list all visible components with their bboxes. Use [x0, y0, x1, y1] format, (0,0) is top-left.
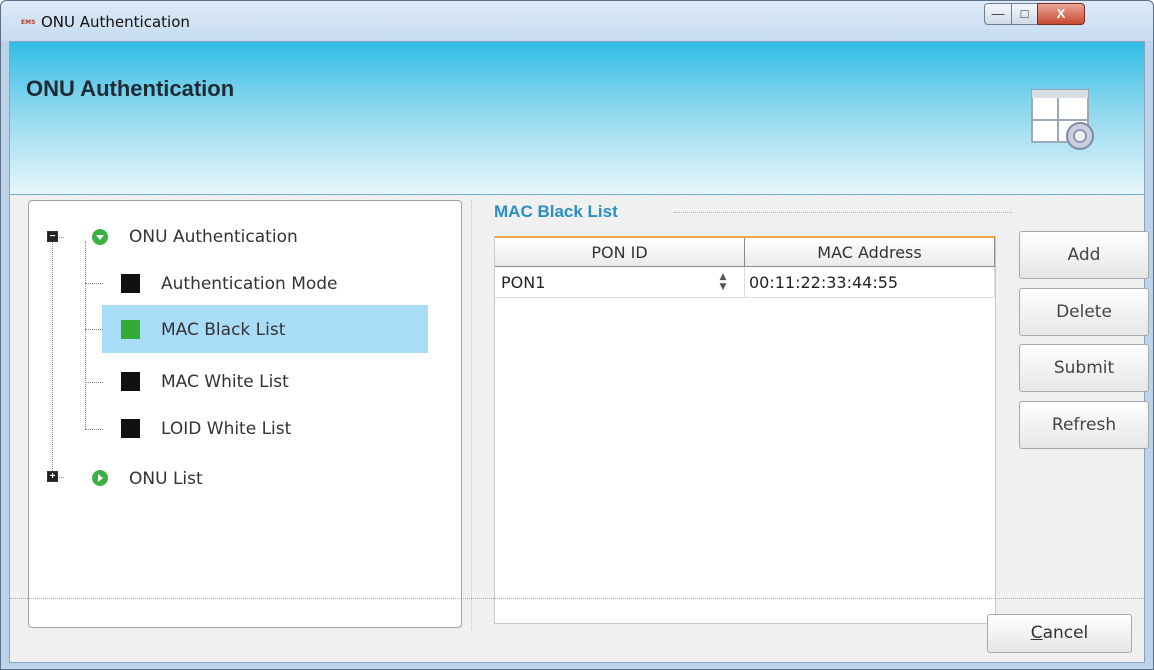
- square-icon: [121, 274, 140, 293]
- column-header-mac-address[interactable]: MAC Address: [745, 238, 995, 267]
- header-banner: ONU Authentication: [10, 42, 1144, 195]
- tree-line: [85, 241, 86, 429]
- pon-id-value: PON1: [501, 273, 546, 292]
- app-logo-icon: EMS: [21, 19, 36, 26]
- tree-item-mac-black-list[interactable]: MAC Black List: [161, 320, 285, 340]
- panel-splitter[interactable]: [471, 200, 472, 630]
- pon-id-cell[interactable]: PON1 ▲ ▼: [495, 267, 745, 298]
- tree-line: [52, 241, 53, 471]
- navigation-tree: − ONU Authentication Authentication Mode…: [28, 200, 462, 628]
- collapse-icon[interactable]: −: [47, 231, 58, 242]
- expand-icon[interactable]: +: [47, 471, 58, 482]
- tree-item-onu-authentication[interactable]: ONU Authentication: [129, 227, 298, 247]
- window-title: ONU Authentication: [41, 13, 190, 31]
- refresh-button[interactable]: Refresh: [1019, 401, 1149, 449]
- tree-line: [85, 283, 103, 284]
- banner-title: ONU Authentication: [26, 76, 235, 101]
- square-icon: [121, 372, 140, 391]
- submit-button[interactable]: Submit: [1019, 344, 1149, 392]
- mac-black-list-table: PON ID MAC Address PON1 ▲ ▼ 00:11:22:33:4…: [494, 236, 996, 624]
- add-button[interactable]: Add: [1019, 231, 1149, 279]
- window: EMS ONU Authentication — □ X ONU Authent…: [0, 0, 1154, 670]
- close-button[interactable]: X: [1037, 3, 1085, 25]
- tree-item-mac-white-list[interactable]: MAC White List: [161, 372, 289, 392]
- square-icon: [121, 419, 140, 438]
- tree-line: [85, 329, 103, 330]
- title-bar[interactable]: EMS ONU Authentication — □ X: [1, 1, 1153, 41]
- dialog-body: ONU Authentication − ONU Authentication …: [9, 41, 1149, 663]
- tree-line: [85, 382, 103, 383]
- cancel-label: ancel: [1042, 623, 1089, 643]
- cancel-button[interactable]: Cancel: [987, 614, 1132, 653]
- square-icon: [121, 320, 140, 339]
- window-controls: — □ X: [984, 3, 1144, 25]
- green-right-arrow-icon: [92, 470, 108, 486]
- delete-button[interactable]: Delete: [1019, 288, 1149, 336]
- group-divider: [674, 212, 1012, 213]
- mac-address-cell[interactable]: 00:11:22:33:44:55: [745, 267, 995, 298]
- cancel-mnemonic: C: [1030, 623, 1043, 643]
- column-header-pon-id[interactable]: PON ID: [495, 238, 745, 267]
- tree-item-authentication-mode[interactable]: Authentication Mode: [161, 274, 338, 294]
- maximize-button[interactable]: □: [1011, 3, 1038, 25]
- minimize-button[interactable]: —: [984, 3, 1012, 25]
- spinner-icon[interactable]: ▲ ▼: [717, 272, 729, 292]
- tree-item-onu-list[interactable]: ONU List: [129, 469, 203, 489]
- footer-divider: [10, 598, 1144, 599]
- window-settings-icon: [1031, 89, 1094, 150]
- tree-item-loid-white-list[interactable]: LOID White List: [161, 419, 291, 439]
- group-title: MAC Black List: [494, 202, 618, 221]
- green-down-arrow-icon: [92, 229, 108, 245]
- tree-line: [85, 429, 103, 430]
